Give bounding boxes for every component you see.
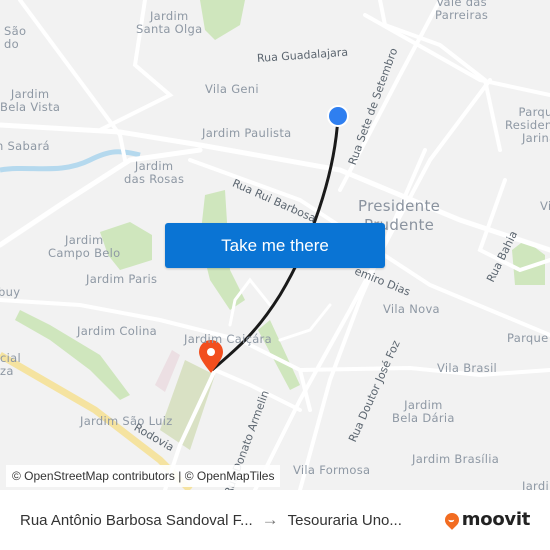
neighborhood-label: Parque bbox=[507, 331, 549, 345]
neighborhood-label: cial za bbox=[0, 351, 21, 378]
park bbox=[200, 0, 245, 40]
neighborhood-label: Vale das Parreiras bbox=[435, 0, 489, 22]
road bbox=[298, 365, 550, 378]
map-attribution[interactable]: © OpenStreetMap contributors | © OpenMap… bbox=[6, 465, 281, 487]
take-me-there-button[interactable]: Take me there bbox=[165, 223, 385, 268]
moovit-logo[interactable]: moovit bbox=[441, 509, 531, 530]
road bbox=[253, 78, 492, 490]
neighborhood-label: Jardim Paulista bbox=[202, 126, 292, 140]
neighborhood-label: Jardim Caiçára bbox=[184, 332, 272, 346]
route-footer: Rua Antônio Barbosa Sandoval F... → Teso… bbox=[0, 490, 550, 550]
neighborhood-label: Jardi bbox=[522, 479, 549, 491]
neighborhood-label: Jardim Bela Vista bbox=[0, 87, 61, 114]
neighborhood-label: São do bbox=[4, 24, 27, 51]
park bbox=[258, 320, 300, 390]
neighborhood-label: Jardim Campo Belo bbox=[48, 233, 121, 260]
neighborhood-label: Jardim Paris bbox=[86, 272, 158, 286]
neighborhood-label: ParqueResidencialJarinã bbox=[505, 105, 550, 145]
moovit-wordmark: moovit bbox=[461, 509, 531, 530]
road bbox=[278, 303, 332, 342]
arrow-right-icon: → bbox=[261, 510, 279, 529]
neighborhood-label: Jardim Brasília bbox=[412, 452, 500, 466]
neighborhood-label: Jardim Colina bbox=[77, 324, 158, 338]
neighborhood-label: Vila Brasil bbox=[437, 361, 498, 375]
neighborhood-label: Jardim São Luiz bbox=[80, 414, 173, 428]
destination-name: Tesouraria Uno... bbox=[287, 511, 402, 529]
neighborhood-label: Jardim Santa Olga bbox=[136, 9, 203, 36]
neighborhood-label: Vi bbox=[540, 199, 550, 213]
neighborhood-label: Jardim das Rosas bbox=[124, 159, 185, 186]
neighborhood-label: Vila Geni bbox=[205, 82, 259, 96]
road bbox=[18, 0, 127, 162]
origin-name: Rua Antônio Barbosa Sandoval F... bbox=[20, 511, 253, 529]
neighborhood-label: n Sabará bbox=[0, 139, 50, 153]
neighborhood-label: Vila Formosa bbox=[293, 463, 371, 477]
moovit-pin-icon bbox=[441, 509, 462, 530]
neighborhood-label: buy bbox=[0, 285, 21, 299]
neighborhood-label: Vila Nova bbox=[383, 302, 440, 316]
neighborhood-label: Jardim Bela Dária bbox=[392, 398, 455, 425]
origin-marker[interactable] bbox=[327, 105, 349, 127]
